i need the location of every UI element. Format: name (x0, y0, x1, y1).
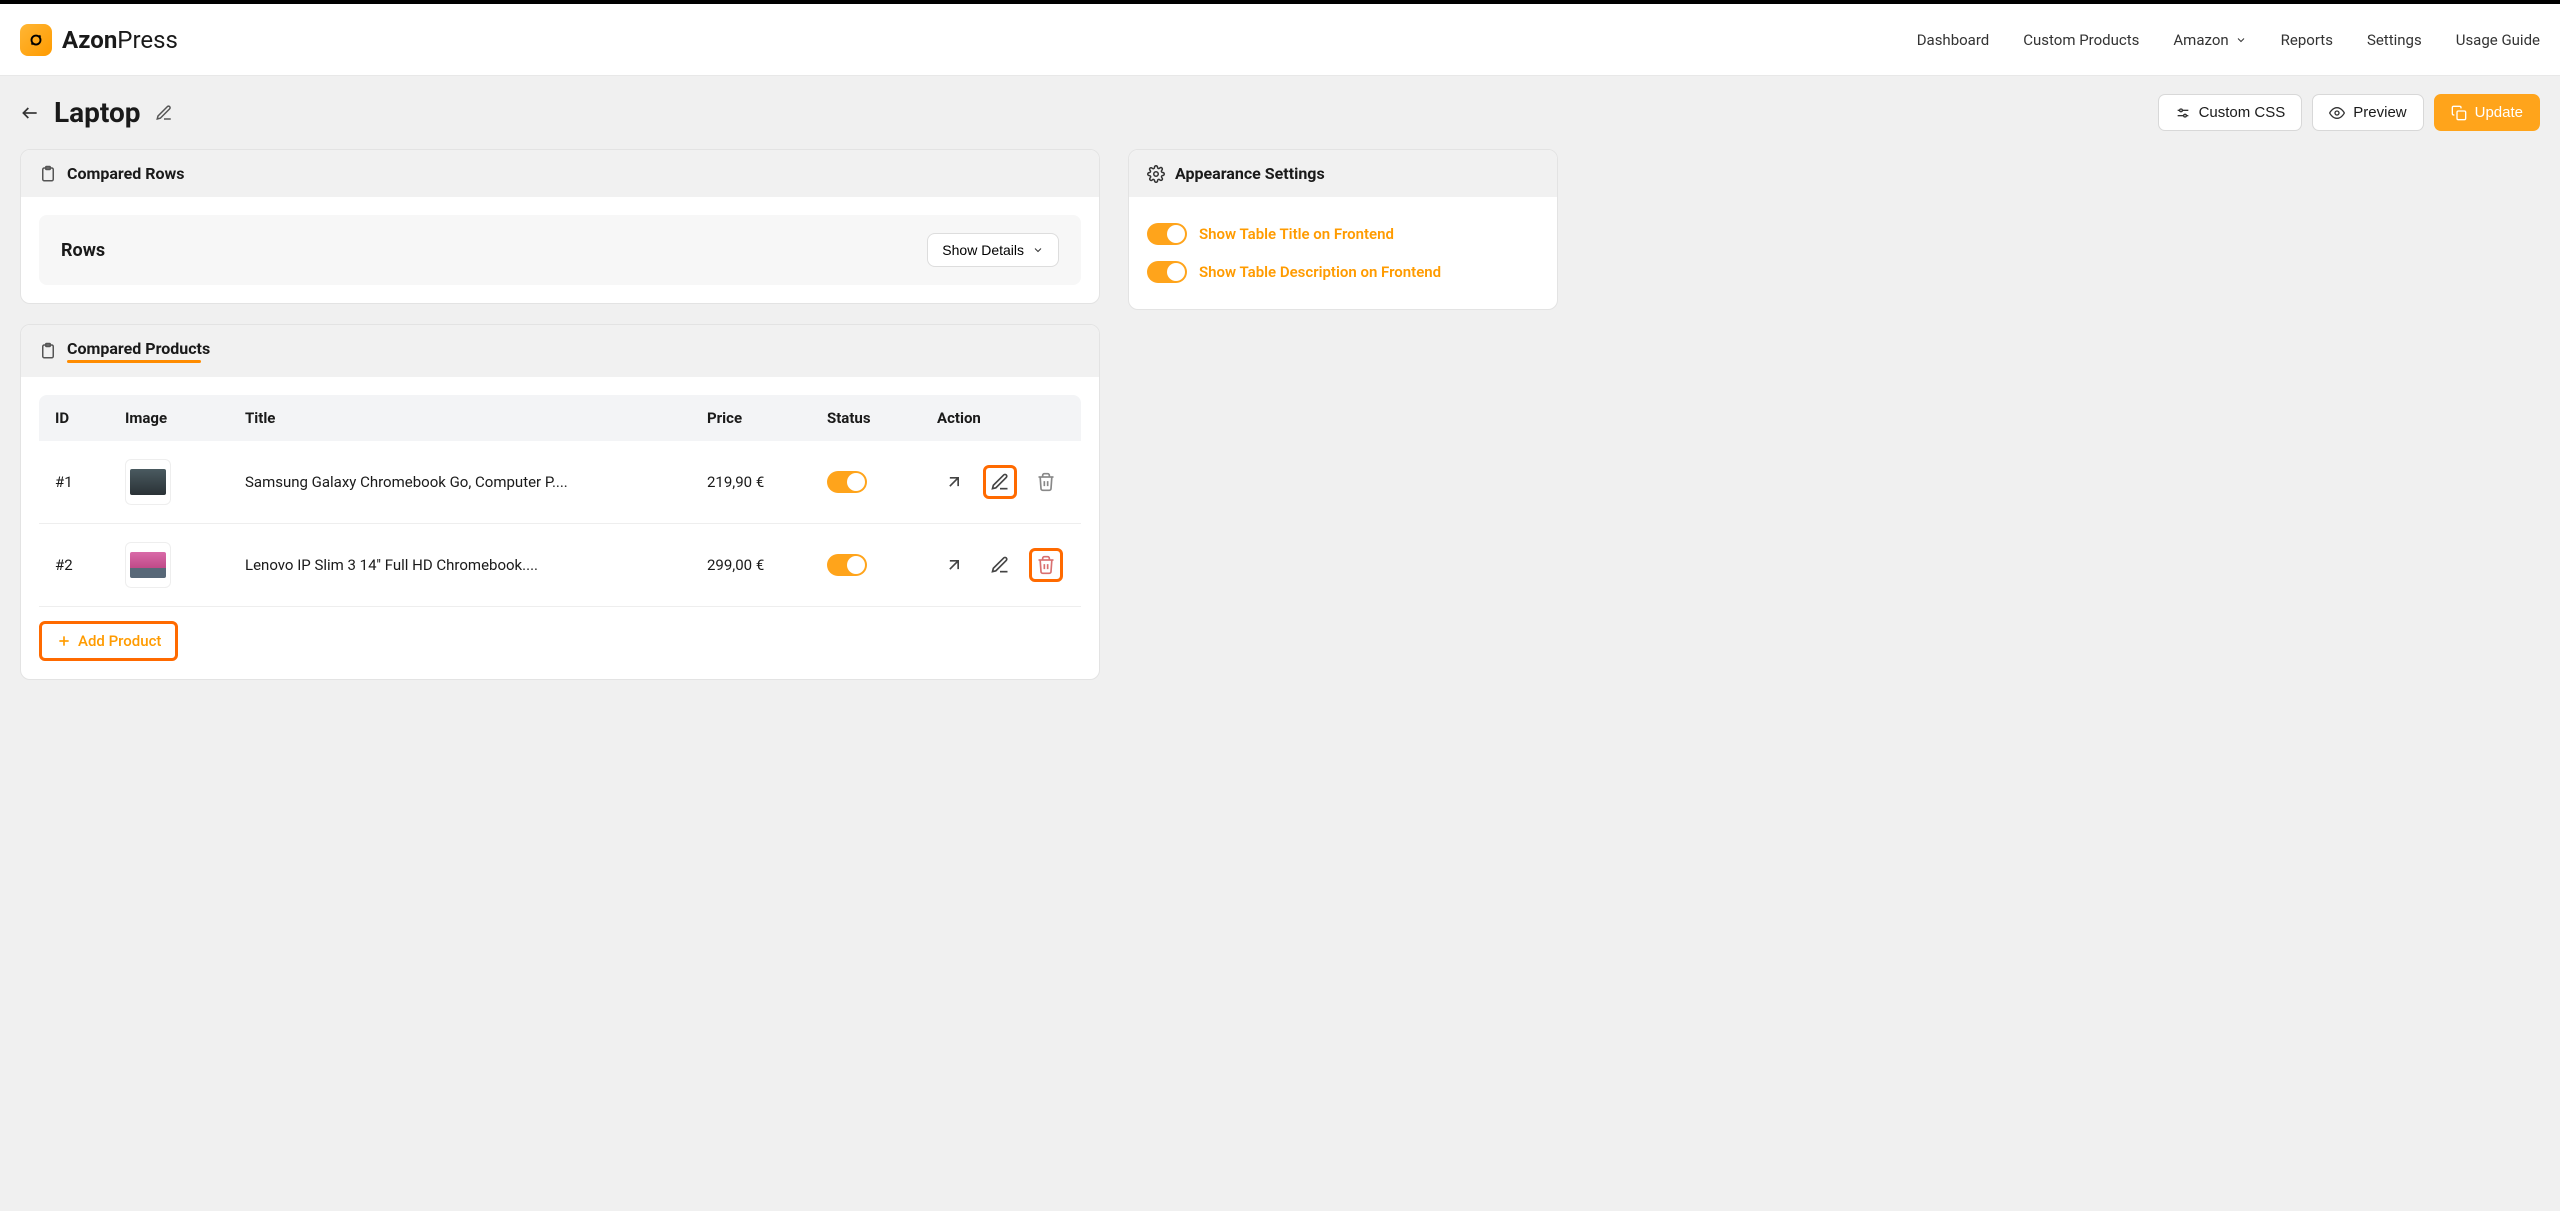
compared-products-card: Compared Products ID Image Title Price (20, 324, 1100, 680)
sliders-icon (2175, 105, 2191, 121)
table-row: #2 Lenovo IP Slim 3 14'' Full HD Chromeb… (39, 524, 1081, 607)
chevron-down-icon (2235, 34, 2247, 46)
compared-rows-card: Compared Rows Rows Show Details (20, 149, 1100, 304)
brand-logo[interactable]: AzonPress (20, 24, 178, 56)
rows-label: Rows (61, 240, 105, 261)
edit-icon[interactable] (983, 465, 1017, 499)
chevron-down-icon (1032, 244, 1044, 256)
nav-usage-guide[interactable]: Usage Guide (2456, 31, 2540, 49)
top-header: AzonPress Dashboard Custom Products Amaz… (0, 4, 2560, 76)
gear-icon (1147, 165, 1165, 183)
show-description-toggle[interactable] (1147, 261, 1187, 283)
row-id: #1 (39, 441, 109, 524)
back-arrow-icon[interactable] (20, 103, 40, 123)
row-id: #2 (39, 524, 109, 607)
col-image: Image (109, 395, 229, 441)
table-row: #1 Samsung Galaxy Chromebook Go, Compute… (39, 441, 1081, 524)
show-title-label: Show Table Title on Frontend (1199, 225, 1394, 243)
compared-rows-header: Compared Rows (67, 164, 185, 183)
show-details-button[interactable]: Show Details (927, 233, 1059, 267)
preview-button[interactable]: Preview (2312, 94, 2423, 131)
show-description-label: Show Table Description on Frontend (1199, 263, 1441, 281)
trash-icon[interactable] (1029, 548, 1063, 582)
nav-custom-products[interactable]: Custom Products (2023, 31, 2139, 49)
update-button[interactable]: Update (2434, 94, 2540, 131)
top-nav: Dashboard Custom Products Amazon Reports… (1917, 31, 2540, 49)
nav-dashboard[interactable]: Dashboard (1917, 31, 1990, 49)
col-action: Action (921, 395, 1081, 441)
page-title: Laptop (54, 96, 141, 129)
plus-icon (56, 633, 72, 649)
status-toggle[interactable] (827, 471, 867, 493)
header-underline (67, 360, 201, 363)
custom-css-button[interactable]: Custom CSS (2158, 94, 2303, 131)
eye-icon (2329, 105, 2345, 121)
row-title: Samsung Galaxy Chromebook Go, Computer P… (229, 441, 691, 524)
row-title: Lenovo IP Slim 3 14'' Full HD Chromebook… (229, 524, 691, 607)
edit-title-icon[interactable] (155, 104, 173, 122)
compared-products-header: Compared Products (67, 339, 210, 358)
show-title-toggle[interactable] (1147, 223, 1187, 245)
trash-icon[interactable] (1029, 465, 1063, 499)
product-thumbnail (125, 459, 171, 505)
clipboard-icon (39, 165, 57, 183)
brand-name: AzonPress (62, 26, 178, 54)
products-table: ID Image Title Price Status Action #1 (39, 395, 1081, 607)
nav-reports[interactable]: Reports (2281, 31, 2333, 49)
nav-amazon[interactable]: Amazon (2173, 31, 2246, 49)
logo-icon (20, 24, 52, 56)
col-status: Status (811, 395, 921, 441)
open-external-icon[interactable] (937, 465, 971, 499)
open-external-icon[interactable] (937, 548, 971, 582)
product-thumbnail (125, 542, 171, 588)
add-product-button[interactable]: Add Product (39, 621, 178, 661)
row-price: 299,00 € (691, 524, 811, 607)
col-title: Title (229, 395, 691, 441)
clipboard-icon (39, 342, 57, 360)
col-price: Price (691, 395, 811, 441)
nav-settings[interactable]: Settings (2367, 31, 2422, 49)
appearance-header: Appearance Settings (1175, 164, 1325, 183)
status-toggle[interactable] (827, 554, 867, 576)
edit-icon[interactable] (983, 548, 1017, 582)
appearance-settings-card: Appearance Settings Show Table Title on … (1128, 149, 1558, 310)
copy-icon (2451, 105, 2467, 121)
col-id: ID (39, 395, 109, 441)
row-price: 219,90 € (691, 441, 811, 524)
